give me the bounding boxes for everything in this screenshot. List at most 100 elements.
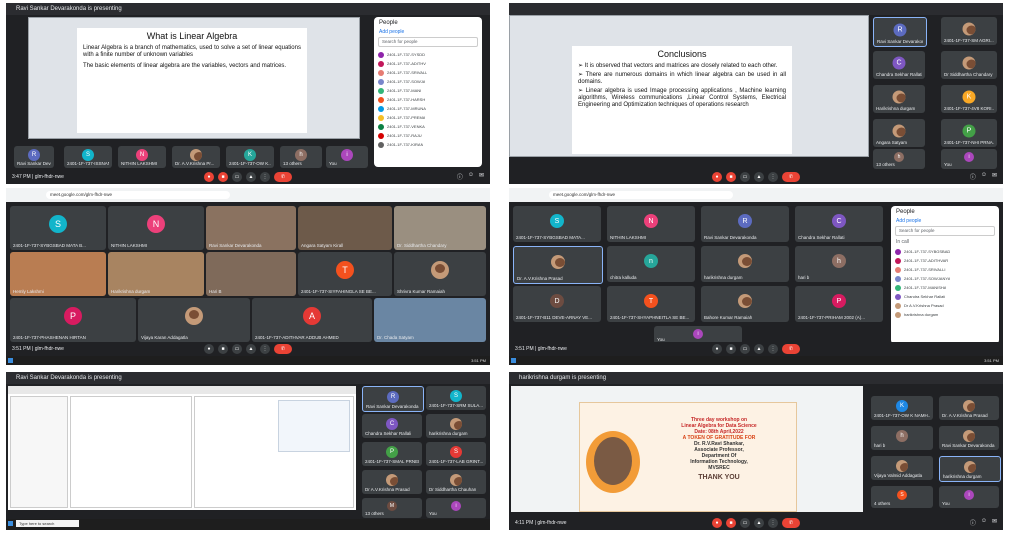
participant-tile[interactable]: P2401-1F-737-SMAL PRNEDL... <box>362 442 422 466</box>
people-icon[interactable]: ☺ <box>468 172 474 181</box>
participant-tile[interactable]: RRavi Sankar Devarakonda <box>362 386 424 412</box>
participant-row[interactable]: 2401-1F-737-RAJU <box>374 131 482 140</box>
participant-tile[interactable]: S 2401-1F-737-SYBGSBAD MATA... <box>513 206 601 242</box>
captions-icon[interactable]: ▭ <box>740 518 750 528</box>
participant-tile[interactable]: Ravi Sankar Devarakonda <box>206 206 296 250</box>
participant-tile[interactable]: Dr. A.V.Krishna Prasad <box>939 396 999 420</box>
participant-tile[interactable]: K 2401-1F-737-OW K... <box>226 146 274 168</box>
participant-tile[interactable]: P 2401-1F-737-NHI PRNA... <box>941 119 997 147</box>
participant-tile[interactable]: Hari B <box>206 252 296 296</box>
camera-icon[interactable]: ■ <box>726 344 736 354</box>
participant-tile[interactable]: A 2401-1F-737-ADITHVAR ADDUB AHMED <box>252 298 372 342</box>
participant-tile[interactable]: P 2401-1F-737-PRIHAM 2002 (A)... <box>795 286 883 322</box>
participant-tile[interactable]: S 2401-1F-737-SRM SULA... <box>426 386 486 410</box>
more-icon[interactable]: ⋮ <box>768 172 778 182</box>
mic-off-icon[interactable]: ● <box>712 172 722 182</box>
participant-tile[interactable]: i You <box>326 146 368 168</box>
participant-tile[interactable]: RRavi Sankar Devarakonda <box>873 17 927 47</box>
participant-tile[interactable]: Vijaya Karan Addagatla <box>138 298 250 342</box>
start-icon[interactable] <box>8 521 13 526</box>
start-icon[interactable] <box>8 358 13 363</box>
more-icon[interactable]: ⋮ <box>260 344 270 354</box>
participant-tile[interactable]: h 13 others <box>873 149 925 169</box>
present-icon[interactable]: ▲ <box>754 344 764 354</box>
participant-row[interactable]: Dr A.V.Krishna Prasad <box>891 301 999 310</box>
participant-tile[interactable]: n chitra kalluda <box>607 246 695 282</box>
participant-row[interactable]: 2401-1F-737-SOWJA <box>374 77 482 86</box>
participant-tile[interactable]: i You <box>426 498 486 518</box>
present-icon[interactable]: ▲ <box>754 518 764 528</box>
participant-row[interactable]: 2401-1F-737-HARSH <box>374 95 482 104</box>
participant-tile[interactable]: N NITHIN LAKSHMI <box>607 206 695 242</box>
participant-tile[interactable]: S4 others <box>871 486 933 508</box>
participant-tile[interactable]: harikrishna durgam <box>701 246 789 282</box>
participant-tile[interactable]: K 2401-1F-737-OW K NAMH... <box>871 396 933 420</box>
participant-tile[interactable]: Shrivra Kumar Ramaiah <box>394 252 486 296</box>
camera-off-icon[interactable]: ■ <box>218 172 228 182</box>
participant-tile[interactable]: Bahore Kumar Ramaiah <box>701 286 789 322</box>
participant-tile[interactable]: C Chandra Sekhar Rallati <box>873 51 925 79</box>
participant-tile[interactable]: Dr Siddhartha Chandary <box>941 51 997 79</box>
participant-row[interactable]: 2401-1F-737-VENKA <box>374 122 482 131</box>
participant-row[interactable]: 2401-1F-737-SRIVALLI <box>891 265 999 274</box>
participant-row[interactable]: 2401-1F-737-KIRAN <box>374 140 482 149</box>
chat-icon[interactable]: ✉ <box>992 518 997 527</box>
present-icon[interactable]: ▲ <box>246 344 256 354</box>
participant-tile[interactable]: S2401-1F-737-ISSNAN... <box>64 146 112 168</box>
captions-icon[interactable]: ▭ <box>232 344 242 354</box>
present-icon[interactable]: ▲ <box>246 172 256 182</box>
chat-icon[interactable]: ✉ <box>992 172 997 181</box>
participant-tile[interactable]: K 2401-1F-737-4V8 KORI... <box>941 85 997 113</box>
mic-icon[interactable]: ● <box>712 344 722 354</box>
participant-tile[interactable]: Ravi Sankar Devarakonda <box>939 426 999 450</box>
info-icon[interactable]: ⓘ <box>457 172 463 181</box>
participant-tile[interactable]: M 13 others <box>362 498 422 518</box>
add-people-button[interactable]: Add people <box>374 29 482 37</box>
participant-row[interactable]: 2401-1F-737-SYSDD <box>374 50 482 59</box>
end-call-icon[interactable]: ✆ <box>782 172 800 182</box>
people-search-input[interactable]: Search for people <box>895 226 995 236</box>
participant-tile[interactable]: T 2401-1F-737-SIYFAHINGLA SE BE... <box>298 252 392 296</box>
mic-icon[interactable]: ● <box>204 344 214 354</box>
participant-row[interactable]: 2401-1F-737-SRIVALL <box>374 68 482 77</box>
captions-icon[interactable]: ▭ <box>232 172 242 182</box>
captions-icon[interactable]: ▭ <box>740 172 750 182</box>
participant-row[interactable]: 2401-1F-737-ADITHV <box>374 59 482 68</box>
participant-tile[interactable]: Dr Siddhartha Chauhan <box>426 470 486 494</box>
participant-tile[interactable]: Dr. A.V.Krishna Prasad <box>513 246 603 284</box>
participant-tile[interactable]: h hari b <box>871 426 933 450</box>
participant-tile[interactable]: N NITHIN LAKSHMI <box>118 146 166 168</box>
participant-tile[interactable]: T 2401-1F-737-SHYAPHNEITLA SE BE... <box>607 286 695 322</box>
participant-tile[interactable]: i You <box>941 149 997 169</box>
more-icon[interactable]: ⋮ <box>768 344 778 354</box>
participant-tile[interactable]: C Chandra Sekhar Rallati <box>795 206 883 242</box>
participant-tile[interactable]: Dr. Chada Satyam <box>374 298 486 342</box>
taskbar-search-input[interactable]: Type here to search <box>16 520 79 527</box>
participant-tile[interactable]: Dr. Siddhartha Chandary <box>394 206 486 250</box>
end-call-icon[interactable]: ✆ <box>274 344 292 354</box>
chat-icon[interactable]: ✉ <box>479 172 484 181</box>
participant-tile[interactable]: h 13 others <box>280 146 322 168</box>
info-icon[interactable]: ⓘ <box>970 518 976 527</box>
camera-off-icon[interactable]: ■ <box>726 518 736 528</box>
participant-tile[interactable]: i You <box>939 486 999 508</box>
participant-tile[interactable]: S 2401-1F-737-SYBGSBAD MATA B... <box>10 206 106 250</box>
participant-row[interactable]: harikrishna durgam <box>891 310 999 319</box>
participant-tile[interactable]: Harikrishna durgam <box>873 85 925 113</box>
participant-row[interactable]: 2401-1F-737-PREMA <box>374 113 482 122</box>
people-icon[interactable]: ☺ <box>981 518 987 527</box>
participant-tile[interactable]: S 2401-1F-737-LAB GRINT... <box>426 442 486 466</box>
participant-tile[interactable]: Hemly Lakshmi <box>10 252 106 296</box>
participant-tile[interactable]: Vijaya Valmid Addagatla <box>871 456 933 480</box>
camera-off-icon[interactable]: ■ <box>726 172 736 182</box>
participant-tile[interactable]: Angara Satyam Kirall <box>298 206 392 250</box>
people-search-input[interactable]: Search for people <box>378 37 478 47</box>
info-icon[interactable]: ⓘ <box>970 172 976 181</box>
end-call-icon[interactable]: ✆ <box>782 518 800 528</box>
participant-row[interactable]: 2401-1F-737-MANI <box>374 86 482 95</box>
participant-row[interactable]: 2401-1F-737-MANISHA <box>891 283 999 292</box>
address-bar[interactable]: meet.google.com/glm-fhdr-nwe <box>46 191 230 199</box>
participant-row[interactable]: 2401-1F-737-SOWJANYA <box>891 274 999 283</box>
participant-tile[interactable]: RRavi Sankar Devarakonda <box>701 206 789 242</box>
participant-tile[interactable]: h hari b <box>795 246 883 282</box>
